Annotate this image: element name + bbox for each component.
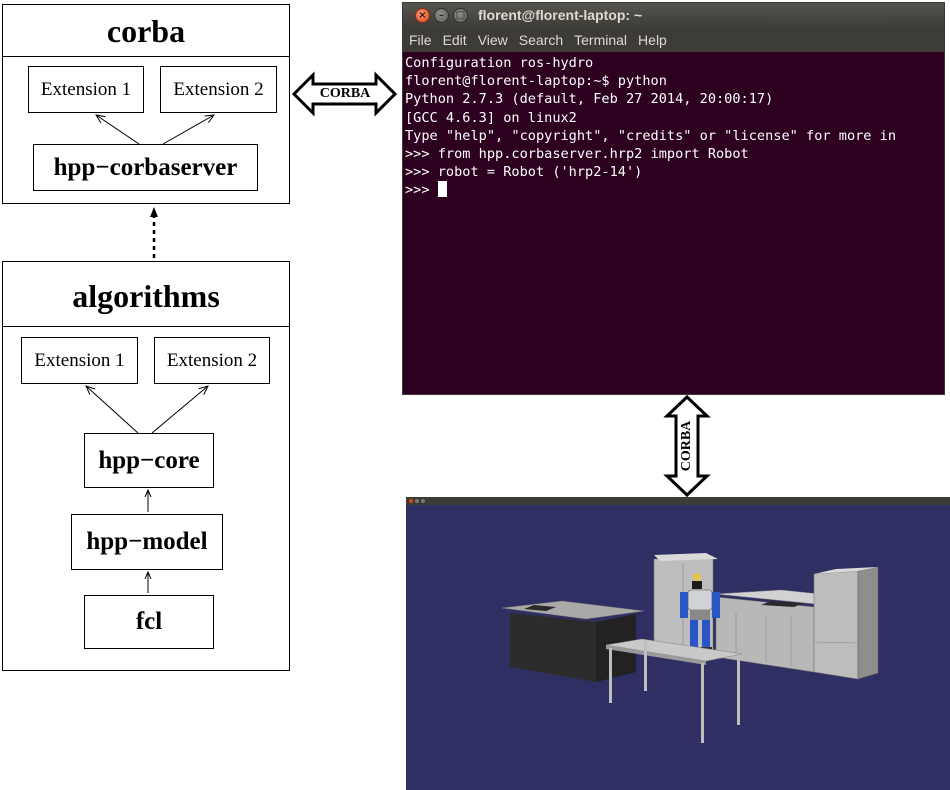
terminal-output[interactable]: Configuration ros-hydro florent@florent-l… [403,52,944,200]
terminal-window[interactable]: × – □ florent@florent-laptop: ~ File Edi… [402,2,945,395]
terminal-line: florent@florent-laptop:~$ python [405,73,667,90]
kitchen-scene [501,553,879,743]
terminal-prompt: >>> [405,182,438,199]
menu-search[interactable]: Search [519,32,563,48]
close-icon[interactable]: × [415,8,430,23]
arrow-corbaserver-ext2 [162,115,214,145]
terminal-title: florent@florent-laptop: ~ [478,7,643,23]
kitchen-island [501,600,645,682]
viewer-window[interactable] [406,497,950,790]
menu-terminal[interactable]: Terminal [574,32,627,48]
terminal-prompt-line[interactable]: >>> [405,181,944,199]
menu-help[interactable]: Help [638,32,667,48]
corba-vertical-label: CORBA [679,420,694,472]
arrow-corbaserver-ext1 [96,115,140,145]
terminal-titlebar[interactable]: × – □ florent@florent-laptop: ~ [403,3,944,28]
arrow-core-ext1 [86,386,139,434]
menu-view[interactable]: View [478,32,508,48]
corba-horizontal-label: CORBA [319,86,371,101]
terminal-line: Configuration ros-hydro [405,55,594,71]
minimize-icon[interactable]: – [434,8,449,23]
terminal-line: >>> robot = Robot ('hrp2-14') [405,164,643,181]
maximize-icon[interactable]: □ [453,8,468,23]
terminal-line: Type "help", "copyright", "credits" or "… [405,127,897,144]
terminal-cursor [437,181,447,198]
terminal-line: [GCC 4.6.3] on linux2 [405,109,577,126]
terminal-line: Python 2.7.3 (default, Feb 27 2014, 20:0… [405,91,774,108]
terminal-menubar: File Edit View Search Terminal Help [403,28,944,52]
tall-cabinet-right [813,566,879,680]
menu-file[interactable]: File [409,32,432,48]
menu-edit[interactable]: Edit [443,32,467,48]
arrow-core-ext2 [151,386,208,434]
dotted-arrowhead [150,207,158,217]
terminal-line: >>> from hpp.corbaserver.hrp2 import Rob… [405,146,749,163]
